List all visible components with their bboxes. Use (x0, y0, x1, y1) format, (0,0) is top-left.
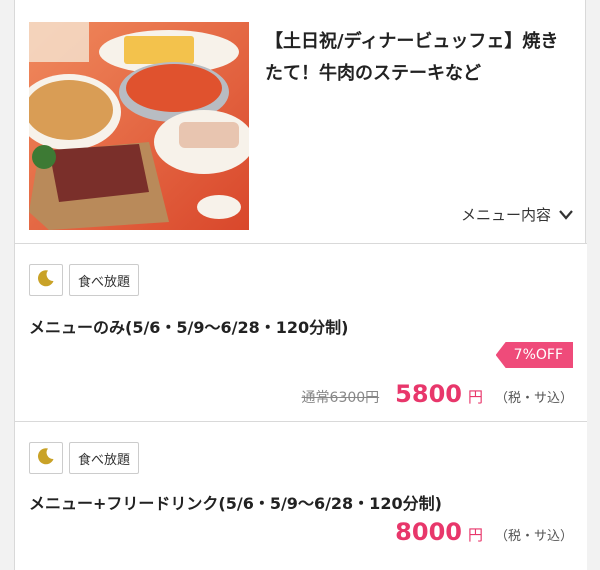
currency-label: 円 (467, 526, 483, 544)
discount-badge: 7%OFF (495, 342, 573, 368)
dinner-tag (29, 264, 63, 296)
course-title: 【土日祝/ディナービュッフェ】焼きたて！牛肉のステーキなど (265, 31, 559, 84)
plan-item[interactable]: 食べ放題 メニューのみ(5/6・5/9〜6/28・120分制) 7%OFF 通常… (15, 244, 587, 422)
price-row: 8000 円 （税・サ込） (395, 518, 573, 546)
plan-name: メニューのみ(5/6・5/9〜6/28・120分制) (29, 318, 349, 337)
plan-price: 5800 (395, 380, 462, 408)
regular-price: 通常6300円 (301, 390, 380, 406)
tax-note: （税・サ込） (494, 529, 573, 544)
dinner-tag (29, 442, 63, 474)
all-you-can-eat-tag: 食べ放題 (69, 264, 140, 296)
course-photo[interactable] (29, 22, 249, 230)
plan-price: 8000 (395, 518, 462, 546)
course-header: 【土日祝/ディナービュッフェ】焼きたて！牛肉のステーキなど メニュー内容 (15, 0, 587, 244)
buffet-food-image (29, 22, 249, 230)
chevron-down-icon (559, 206, 573, 224)
menu-toggle-label: メニュー内容 (460, 206, 551, 224)
plan-item[interactable]: 食べ放題 メニュー+フリードリンク(5/6・5/9〜6/28・120分制) 80… (15, 422, 587, 570)
plan-name: メニュー+フリードリンク(5/6・5/9〜6/28・120分制) (29, 494, 442, 513)
menu-details-toggle[interactable]: メニュー内容 (461, 204, 573, 225)
moon-icon (37, 269, 55, 291)
price-row: 通常6300円 5800 円 （税・サ込） (302, 380, 573, 408)
course-card: 【土日祝/ディナービュッフェ】焼きたて！牛肉のステーキなど メニュー内容 食べ放… (14, 0, 587, 570)
tax-note: （税・サ込） (494, 391, 573, 406)
currency-label: 円 (467, 388, 483, 406)
moon-icon (37, 447, 55, 469)
all-you-can-eat-tag: 食べ放題 (69, 442, 140, 474)
